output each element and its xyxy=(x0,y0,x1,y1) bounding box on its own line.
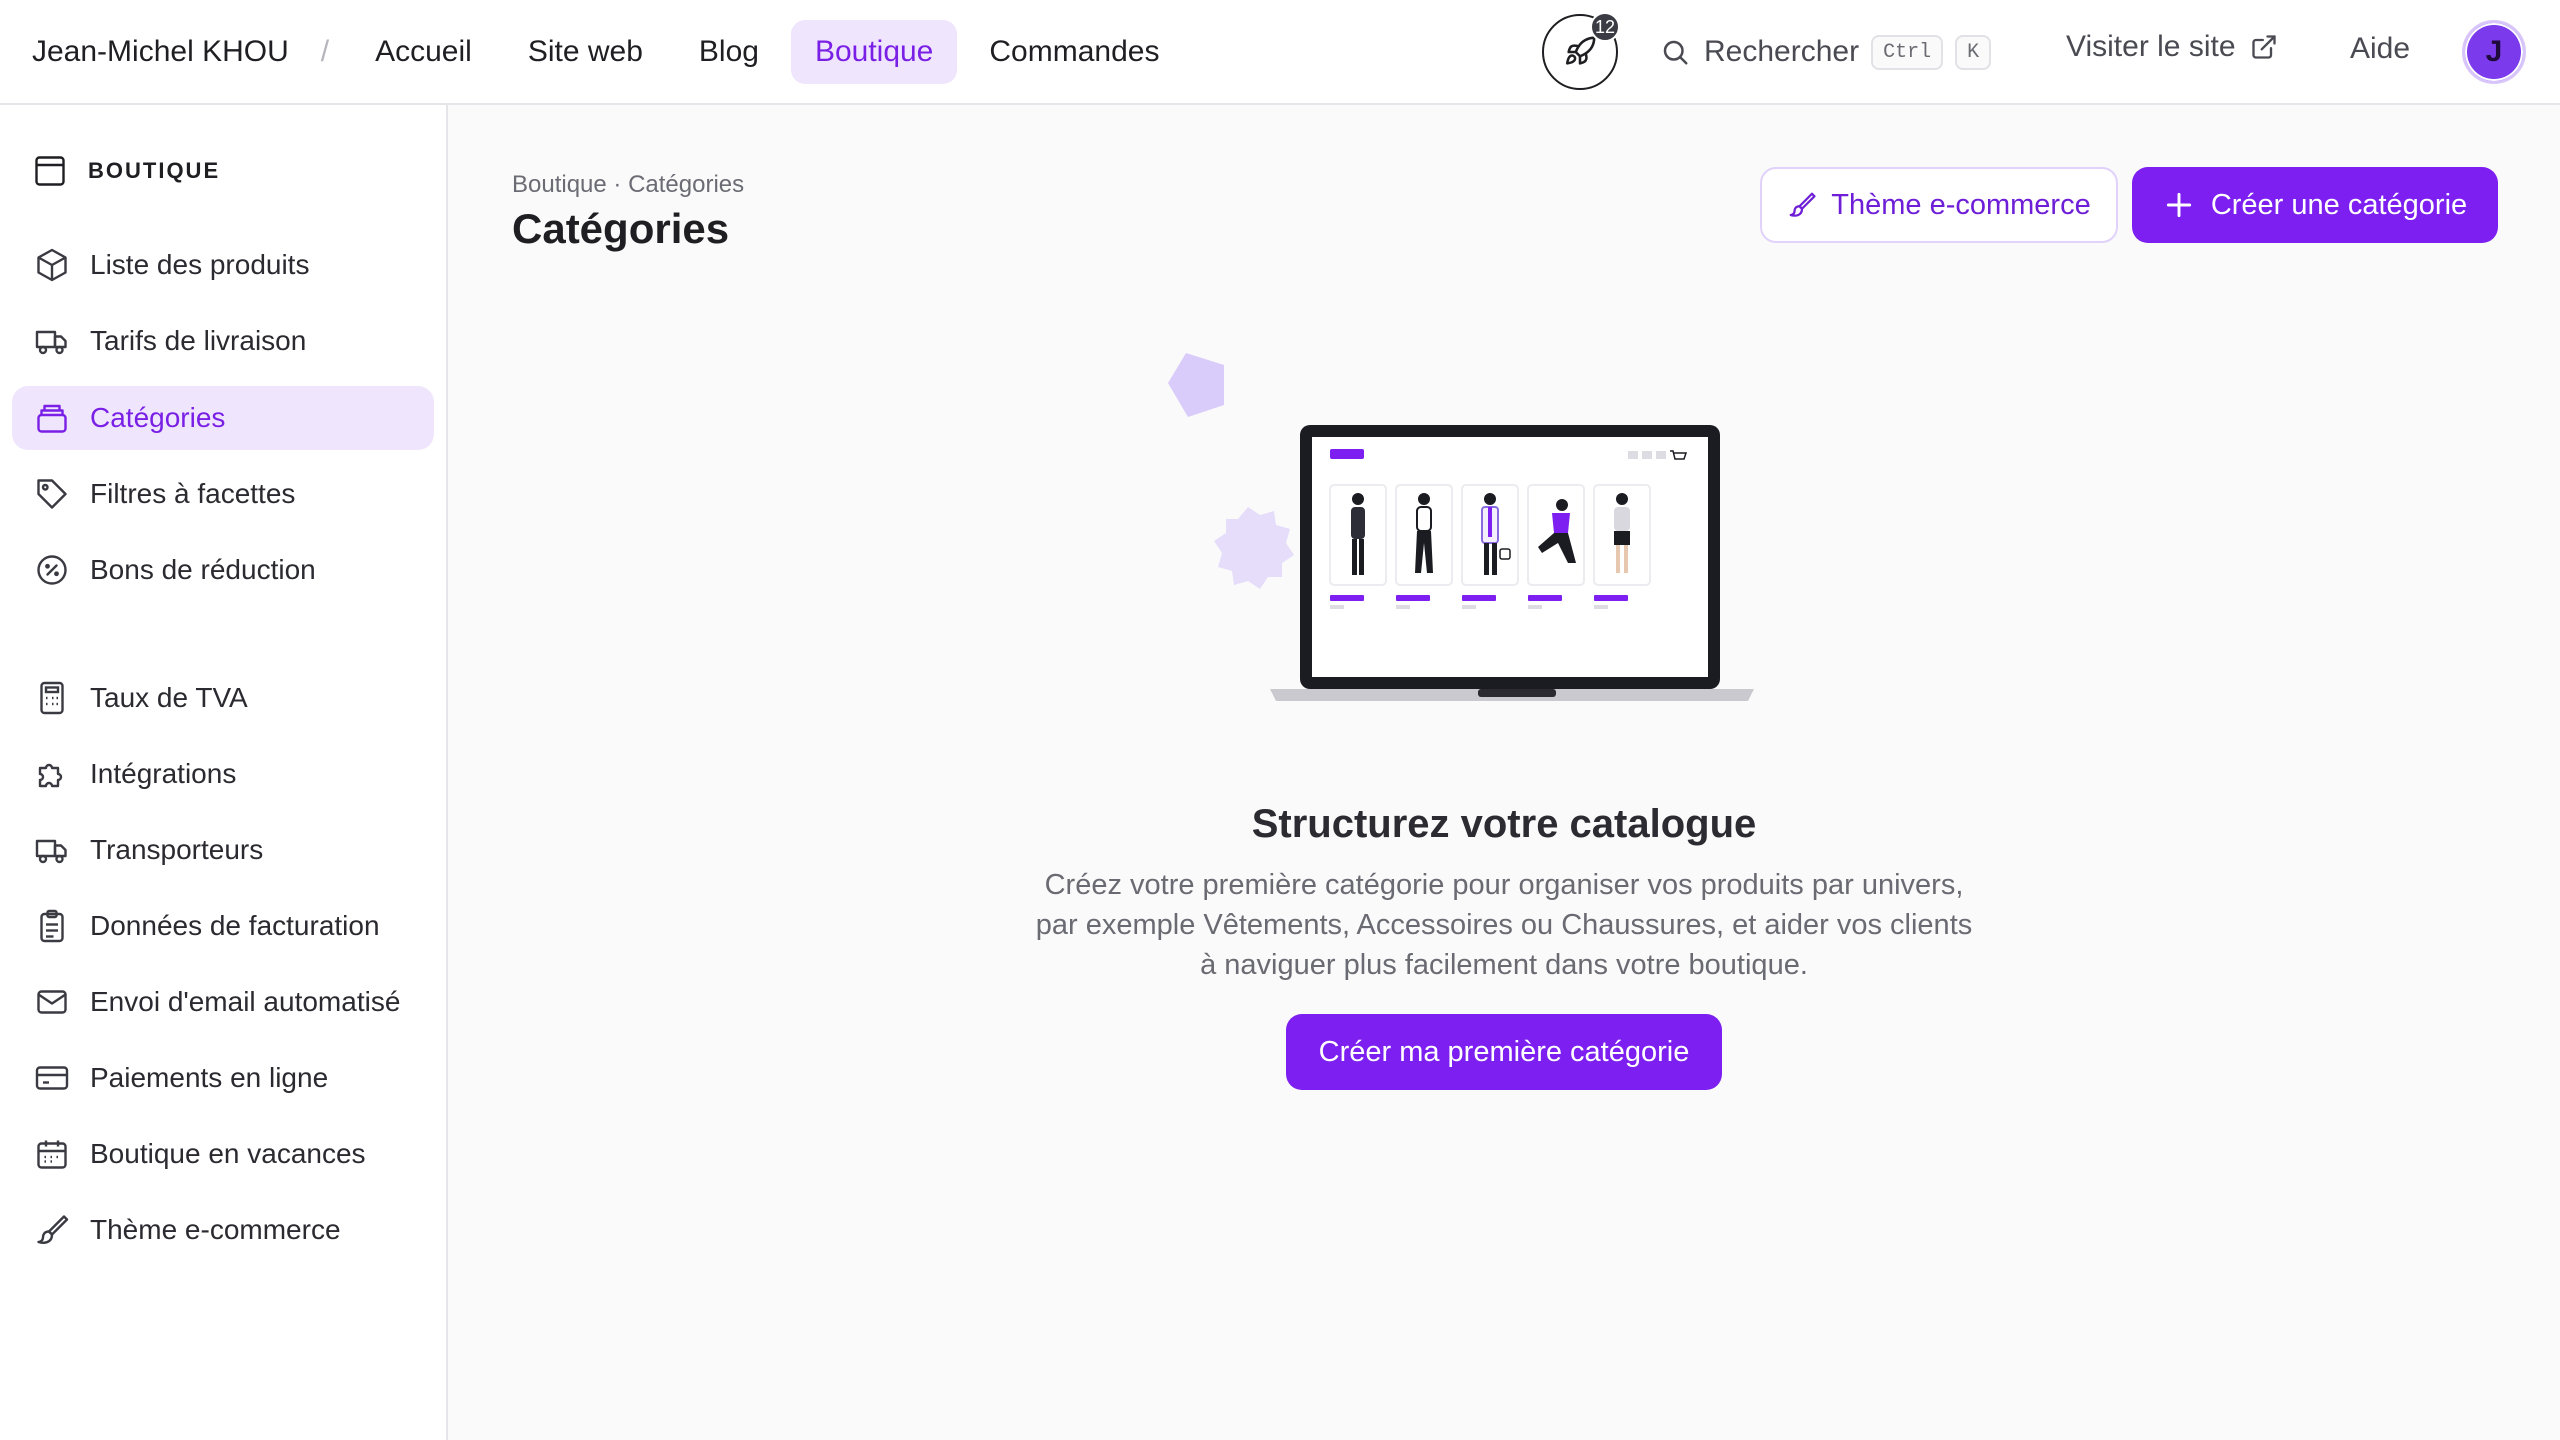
search-icon xyxy=(1663,40,1688,65)
visit-site-label: Visiter le site xyxy=(2066,30,2236,63)
sidebar-item-label: Bons de réduction xyxy=(90,554,316,585)
laptop-hinge xyxy=(1478,689,1556,697)
account-name[interactable]: Jean-Michel KHOU xyxy=(32,35,289,69)
brush-icon xyxy=(1789,192,1816,217)
ecommerce-theme-label: Thème e-commerce xyxy=(1831,188,2091,221)
box-icon xyxy=(37,248,67,282)
sidebar-item-integrations[interactable]: Intégrations xyxy=(12,742,434,806)
sidebar-item-products[interactable]: Liste des produits xyxy=(12,233,434,297)
sidebar-item-online-payments[interactable]: Paiements en ligne xyxy=(12,1046,434,1110)
sidebar-item-automated-email[interactable]: Envoi d'email automatisé xyxy=(12,970,434,1034)
top-navigation-bar: Jean-Michel KHOU / Accueil Site web Blog… xyxy=(0,0,2560,105)
rocket-icon xyxy=(1565,36,1596,65)
sidebar-item-ecommerce-theme[interactable]: Thème e-commerce xyxy=(12,1198,434,1262)
main-content: Boutique · Catégories Catégories Thème e… xyxy=(448,105,2560,1440)
sidebar-item-label: Boutique en vacances xyxy=(90,1138,366,1169)
empty-state-title: Structurez votre catalogue xyxy=(1251,802,1757,846)
sidebar-item-label: Intégrations xyxy=(90,758,237,789)
plus-icon xyxy=(2166,192,2191,218)
sidebar: BOUTIQUE Liste des produits Tarifs de li… xyxy=(0,105,448,1440)
sidebar-header: BOUTIQUE xyxy=(32,153,220,189)
create-category-button[interactable]: Créer une catégorie xyxy=(2132,167,2498,243)
sidebar-item-label: Paiements en ligne xyxy=(90,1062,329,1093)
external-link-icon xyxy=(2251,35,2276,59)
nav-accueil[interactable]: Accueil xyxy=(351,20,496,84)
breadcrumb-separator: / xyxy=(320,34,330,68)
sidebar-item-label: Données de facturation xyxy=(90,910,380,941)
sidebar-item-label: Taux de TVA xyxy=(90,682,248,713)
sidebar-item-categories[interactable]: Catégories xyxy=(12,386,434,450)
mini-nav-3 xyxy=(1656,451,1666,459)
credit-card-icon xyxy=(35,1066,69,1090)
decor-star xyxy=(1214,507,1294,589)
create-first-category-button[interactable]: Créer ma première catégorie xyxy=(1286,1014,1722,1090)
sidebar-item-label: Transporteurs xyxy=(90,834,264,865)
mini-nav-2 xyxy=(1642,451,1652,459)
shortcut-key-ctrl: Ctrl xyxy=(1871,34,1944,70)
sidebar-item-discounts[interactable]: Bons de réduction xyxy=(12,538,434,602)
help-link[interactable]: Aide xyxy=(2350,32,2410,66)
sidebar-item-carriers[interactable]: Transporteurs xyxy=(12,818,434,882)
avatar[interactable]: J xyxy=(2462,20,2526,84)
create-category-label: Créer une catégorie xyxy=(2210,188,2468,221)
nav-site-web[interactable]: Site web xyxy=(504,20,667,84)
search-label: Rechercher xyxy=(1704,35,1860,68)
sidebar-item-label: Filtres à facettes xyxy=(90,478,296,509)
nav-blog[interactable]: Blog xyxy=(675,20,783,84)
main-nav: Accueil Site web Blog Boutique Commandes xyxy=(351,19,1191,84)
calculator-icon xyxy=(40,681,64,715)
mail-icon xyxy=(37,990,67,1014)
decor-pentagon xyxy=(1168,353,1224,417)
sidebar-item-label: Envoi d'email automatisé xyxy=(90,986,401,1017)
sidebar-title: BOUTIQUE xyxy=(88,158,221,183)
mini-nav-1 xyxy=(1628,451,1638,459)
nav-boutique[interactable]: Boutique xyxy=(790,19,958,84)
search-button[interactable]: Rechercher Ctrl K xyxy=(1660,26,1992,78)
shortcut-key-k: K xyxy=(1955,34,1992,70)
notification-badge: 12 xyxy=(1590,12,1620,42)
puzzle-icon xyxy=(38,763,63,788)
sidebar-item-facet-filters[interactable]: Filtres à facettes xyxy=(12,462,434,526)
sidebar-item-label: Liste des produits xyxy=(90,249,310,280)
folder-stack-icon xyxy=(37,404,67,433)
page-title: Catégories xyxy=(512,205,730,252)
mini-logo xyxy=(1330,449,1364,459)
ecommerce-theme-button[interactable]: Thème e-commerce xyxy=(1760,167,2118,243)
truck-icon xyxy=(35,330,67,355)
breadcrumb: Boutique · Catégories xyxy=(512,171,745,198)
clipboard-icon xyxy=(40,909,64,943)
sidebar-item-shipping-rates[interactable]: Tarifs de livraison xyxy=(12,309,434,373)
sidebar-item-vat-rates[interactable]: Taux de TVA xyxy=(12,666,434,730)
percent-badge-icon xyxy=(37,555,67,585)
sidebar-item-label: Catégories xyxy=(90,402,226,433)
calendar-icon xyxy=(37,1140,67,1169)
store-window-icon xyxy=(35,156,65,186)
tag-icon xyxy=(37,479,67,509)
empty-state-illustration xyxy=(1168,353,1754,701)
sidebar-item-billing-data[interactable]: Données de facturation xyxy=(12,894,434,958)
sidebar-item-vacation-mode[interactable]: Boutique en vacances xyxy=(12,1122,434,1186)
empty-state-description: Créez votre première catégorie pour orga… xyxy=(1035,869,1973,981)
brush-icon xyxy=(37,1215,69,1244)
truck-icon xyxy=(35,839,67,864)
nav-commandes[interactable]: Commandes xyxy=(965,20,1183,84)
sidebar-item-label: Thème e-commerce xyxy=(90,1214,341,1245)
sidebar-item-label: Tarifs de livraison xyxy=(90,325,307,356)
visit-site-link[interactable]: Visiter le site xyxy=(2066,30,2278,64)
